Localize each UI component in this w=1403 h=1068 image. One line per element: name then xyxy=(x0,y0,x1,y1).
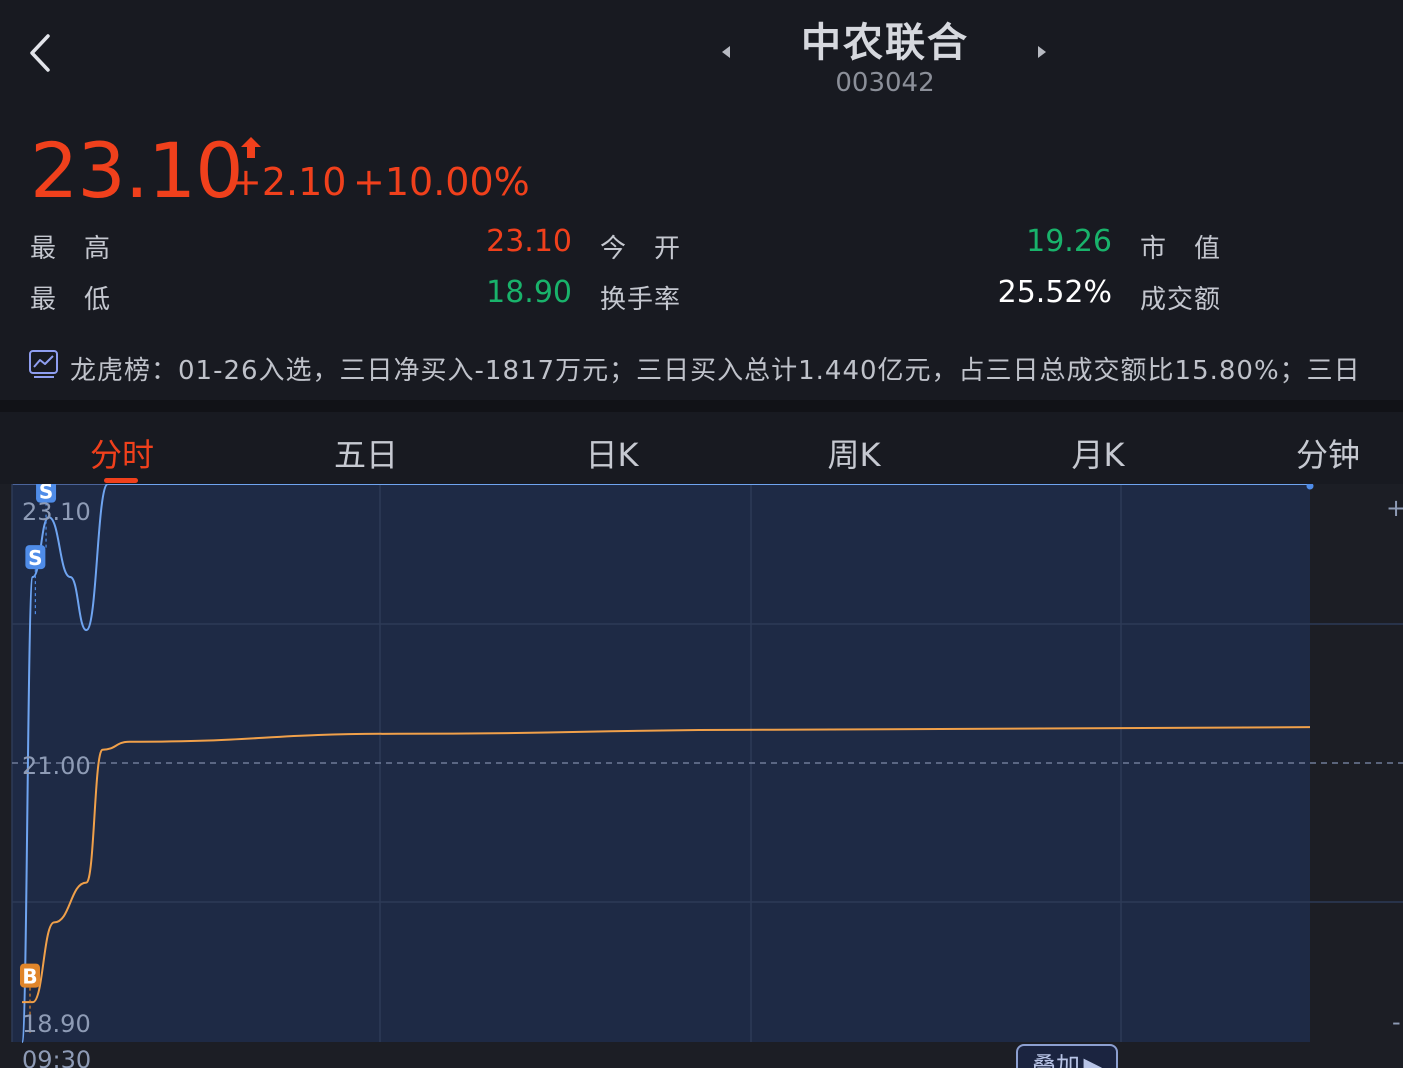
turnover-value: 25.52% xyxy=(997,275,1112,310)
minus-icon: - xyxy=(1392,1008,1401,1036)
buy-marker-label: B xyxy=(22,965,37,989)
stock-name: 中农联合 xyxy=(801,20,969,66)
section-divider xyxy=(0,400,1403,412)
tab-weekly-k[interactable]: 周K xyxy=(802,430,906,476)
turnover-label: 换手率 xyxy=(600,285,682,315)
chevron-left-icon xyxy=(30,34,50,72)
stock-code: 003042 xyxy=(835,68,935,98)
trend-chart-icon xyxy=(29,350,58,378)
caret-right-icon xyxy=(1038,46,1046,58)
tab-minute[interactable]: 分钟 xyxy=(1276,430,1380,476)
y-tick-label: 21.00 xyxy=(22,752,91,780)
x-tick-label: 09:30 xyxy=(22,1046,91,1068)
tab-daily-k[interactable]: 日K xyxy=(560,430,664,476)
next-stock-button[interactable] xyxy=(1032,40,1052,64)
tab-five-day[interactable]: 五日 xyxy=(314,430,418,476)
arrow-up-icon xyxy=(241,137,261,158)
market-cap-label: 市 值 xyxy=(1140,234,1222,264)
open-value: 19.26 xyxy=(1026,224,1112,259)
caret-left-icon xyxy=(722,46,730,58)
stock-detail-screen: 中农联合 003042 23.10 +2.10 +10.00% 最 高 23.1… xyxy=(0,0,1403,1068)
sell-marker-label: S xyxy=(28,546,42,570)
open-label: 今 开 xyxy=(600,234,682,264)
y-tick-label: 18.90 xyxy=(22,1010,91,1038)
intraday-chart-svg: SSB 23.1021.0018.9009:30+- xyxy=(0,484,1403,1068)
previous-stock-button[interactable] xyxy=(716,40,736,64)
amount-label: 成交额 xyxy=(1140,285,1222,315)
plus-icon: + xyxy=(1386,494,1403,522)
current-price: 23.10 xyxy=(30,126,244,215)
low-value: 18.90 xyxy=(486,275,572,310)
y-tick-label: 23.10 xyxy=(22,498,91,526)
tab-monthly-k[interactable]: 月K xyxy=(1046,430,1150,476)
intraday-chart[interactable]: SSB 23.10 21.00 18.90 09:30 + - 叠加 ▶ xyxy=(0,484,1403,1068)
dragon-tiger-banner[interactable]: 龙虎榜：01-26入选，三日净买入-1817万元；三日买入总计1.440亿元，占… xyxy=(0,336,1403,400)
high-label: 最 高 xyxy=(30,234,112,264)
dragon-tiger-text: 龙虎榜：01-26入选，三日净买入-1817万元；三日买入总计1.440亿元，占… xyxy=(70,356,1361,386)
tab-intraday[interactable]: 分时 xyxy=(70,430,174,476)
chart-tabs: 分时 五日 日K 周K 月K 分钟 xyxy=(0,412,1403,484)
play-icon: ▶ xyxy=(1083,1052,1102,1068)
overlay-button[interactable]: 叠加 ▶ xyxy=(1016,1044,1118,1068)
overlay-button-label: 叠加 xyxy=(1032,1052,1080,1068)
active-tab-indicator xyxy=(104,478,138,483)
price-change-percent: +10.00% xyxy=(353,160,530,204)
high-value: 23.10 xyxy=(486,224,572,259)
price-change: +2.10 xyxy=(230,160,347,204)
back-button[interactable] xyxy=(20,30,60,76)
low-label: 最 低 xyxy=(30,285,112,315)
